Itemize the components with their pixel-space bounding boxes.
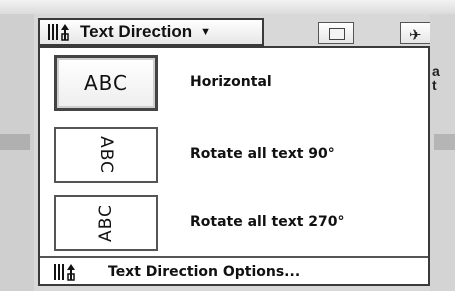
frame-icon — [329, 28, 345, 40]
horizontal-preview: ABC — [54, 55, 158, 111]
menu-item-label: Horizontal — [190, 74, 272, 90]
text-direction-button[interactable]: Text Direction ▼ — [38, 18, 264, 46]
text-direction-icon — [52, 262, 82, 282]
right-scroll-nub — [434, 134, 455, 150]
rotate-270-preview: ABC — [54, 195, 158, 251]
text-direction-menu: ABC Horizontal ABC Rotate all text 90° A… — [38, 46, 430, 286]
menu-item-rotate-270[interactable]: ABC Rotate all text 270° — [40, 191, 428, 253]
menu-item-horizontal[interactable]: ABC Horizontal — [40, 51, 428, 113]
menu-item-label: Rotate all text 90° — [190, 146, 335, 162]
caret-down-icon: ▼ — [200, 26, 211, 38]
right-chrome — [430, 14, 455, 291]
left-scroll-nub — [0, 134, 30, 150]
pin-icon: ✈ — [409, 27, 422, 44]
screenshot-frame: Text Direction ▼ ✈ a t ABC Horizontal AB… — [0, 0, 455, 291]
menu-item-label: Rotate all text 270° — [190, 214, 345, 230]
text-direction-options-item[interactable]: Text Direction Options... — [40, 259, 428, 284]
preview-text: ABC — [83, 71, 128, 95]
menu-item-rotate-90[interactable]: ABC Rotate all text 90° — [40, 123, 428, 185]
partial-side-text: a t — [432, 64, 440, 92]
side-glyph-t: t — [432, 77, 437, 93]
preview-text: ABC — [96, 136, 116, 174]
frame-button[interactable] — [318, 22, 354, 44]
left-chrome — [0, 14, 34, 291]
menu-separator — [40, 256, 428, 258]
pin-button[interactable]: ✈ — [400, 22, 430, 44]
ribbon-top-strip — [0, 0, 455, 14]
text-direction-options-label: Text Direction Options... — [108, 263, 301, 280]
preview-text: ABC — [96, 204, 116, 242]
text-direction-label: Text Direction — [80, 22, 193, 41]
text-direction-icon — [46, 22, 76, 42]
rotate-90-preview: ABC — [54, 127, 158, 183]
